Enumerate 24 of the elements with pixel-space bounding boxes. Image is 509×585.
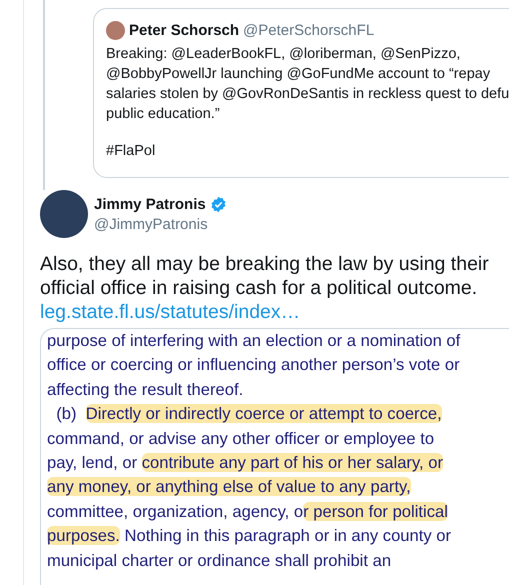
document-text-line: command, or advise any other officer or employee to bbox=[47, 428, 436, 450]
author-name: Peter Schorsch bbox=[129, 22, 240, 39]
author-handle: @PeterSchorschFL bbox=[243, 22, 374, 39]
document-text-line: committee, organization, agency, or person for political bbox=[47, 500, 449, 523]
document-text-line: pay, lend, or contribute any part of his or her salary, or bbox=[47, 452, 444, 474]
document-text-line: affecting the result thereof. bbox=[47, 378, 244, 401]
author-handle: @JimmyPatronis bbox=[94, 216, 209, 232]
document-text-line: office or coercing or influencing another person’s vote or bbox=[47, 354, 461, 376]
document-text-line: (b) Directly or indirectly coerce or attempt to coerce, bbox=[55, 403, 443, 426]
tweet-text: Also, they all may be breaking the law by using their official office in raising cash for a political outcome. bbox=[40, 252, 490, 300]
link[interactable]: leg.state.fl.us/statutes/index… bbox=[40, 300, 300, 324]
quoted-tweet-card[interactable] bbox=[93, 8, 509, 178]
document-image[interactable] bbox=[40, 328, 509, 585]
document-text-line: purposes. Nothing in this paragraph or in any county or bbox=[47, 525, 452, 548]
document-text-line: any money, or anything else of value to any party, bbox=[47, 476, 412, 498]
tweet-text-line: Breaking: @LeaderBookFL, @loriberman, @SenPizzo, bbox=[106, 45, 462, 64]
hashtag: #FlaPol bbox=[106, 143, 156, 159]
document-text-line: purpose of interfering with an election or a nomination of bbox=[47, 330, 462, 352]
tweet-text-line: salaries stolen by @GovRonDeSantis in reckless quest to defu bbox=[106, 85, 509, 104]
tweet-text-line: public education.” bbox=[106, 105, 221, 124]
tweet-text-line: @BobbyPowellJr launching @GoFundMe account to “repay bbox=[106, 65, 492, 84]
avatar[interactable] bbox=[40, 190, 88, 238]
document-text-line: municipal charter or ordinance shall prohibit an bbox=[47, 550, 392, 572]
author-name: Jimmy Patronis bbox=[94, 196, 206, 212]
